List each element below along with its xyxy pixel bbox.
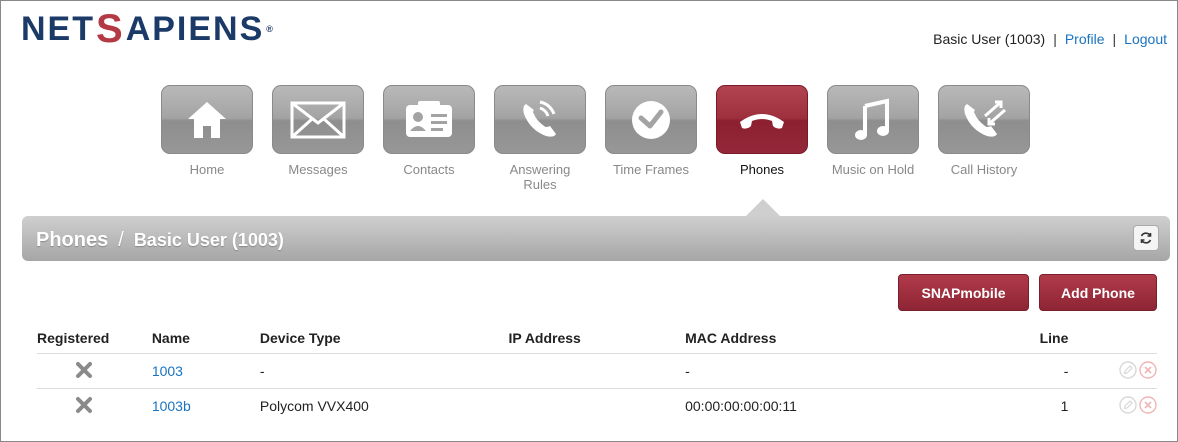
nav-call-history-label: Call History <box>950 162 1018 177</box>
logout-link[interactable]: Logout <box>1124 31 1167 47</box>
col-name[interactable]: Name <box>152 323 260 354</box>
logo-text-pre: NET <box>21 9 95 48</box>
col-actions <box>1068 323 1157 354</box>
edit-icon[interactable] <box>1119 395 1137 414</box>
col-device-type[interactable]: Device Type <box>260 323 509 354</box>
nav-contacts-tile[interactable] <box>383 85 475 154</box>
profile-link[interactable]: Profile <box>1065 31 1105 47</box>
edit-icon[interactable] <box>1119 360 1137 379</box>
breadcrumb-separator: / <box>118 229 124 251</box>
envelope-icon <box>290 101 346 138</box>
refresh-icon <box>1140 232 1152 244</box>
ip-address-cell <box>508 353 686 389</box>
col-ip-address[interactable]: IP Address <box>508 323 685 354</box>
ip-address-cell <box>508 388 686 423</box>
nav-phones-tile[interactable] <box>716 85 808 154</box>
add-phone-button[interactable]: Add Phone <box>1039 274 1157 311</box>
nav-home-tile[interactable] <box>161 85 253 154</box>
line-cell: - <box>921 353 1069 389</box>
logo-text-s: S <box>96 6 125 51</box>
breadcrumb-title: Phones <box>36 229 109 251</box>
nav-home-label: Home <box>189 162 225 177</box>
col-line[interactable]: Line <box>922 323 1069 354</box>
breadcrumb: Phones / Basic User (1003) <box>36 229 284 252</box>
nav-home[interactable]: Home <box>161 85 253 192</box>
home-icon <box>188 101 226 138</box>
phone-name-link[interactable]: 1003 <box>152 363 183 379</box>
line-cell: 1 <box>921 388 1069 423</box>
user-nav-separator: | <box>1053 31 1057 47</box>
nav-answering-rules[interactable]: Answering Rules <box>494 85 586 192</box>
device-type-cell: - <box>259 353 509 389</box>
music-note-icon <box>855 97 889 140</box>
phone-name-link[interactable]: 1003b <box>152 398 191 414</box>
actions-cell <box>1068 388 1157 423</box>
logo-text-post: APIENS <box>125 9 265 48</box>
table-header-row: Registered Name Device Type IP Address M… <box>37 323 1157 354</box>
registered-cell <box>37 388 152 423</box>
handset-icon <box>740 113 784 129</box>
logo-registered-mark: ® <box>266 24 273 34</box>
not-registered-icon <box>76 361 93 378</box>
nav-messages-label: Messages <box>288 162 348 177</box>
snapmobile-button[interactable]: SNAPmobile <box>898 274 1029 311</box>
nav-time-frames-label: Time Frames <box>612 162 690 177</box>
nav-answering-rules-label: Answering Rules <box>509 162 571 192</box>
nav-call-history-tile[interactable] <box>938 85 1030 154</box>
nav-messages-tile[interactable] <box>272 85 364 154</box>
contact-card-icon <box>406 100 452 137</box>
nav-music-on-hold-label: Music on Hold <box>831 162 915 177</box>
col-registered[interactable]: Registered <box>37 323 152 354</box>
app-frame: NET S APIENS ® Basic User (1003) | Profile | Lo… <box>0 0 1178 442</box>
active-tab-pointer <box>745 199 781 217</box>
call-history-icon <box>964 100 1006 137</box>
device-type-cell: Polycom VVX400 <box>259 388 509 423</box>
nav-time-frames-tile[interactable] <box>605 85 697 154</box>
name-cell: 1003 <box>151 353 260 389</box>
table-row: 1003b Polycom VVX400 00:00:00:00:00:11 1 <box>37 388 1157 423</box>
answering-phone-icon <box>523 100 556 137</box>
delete-icon[interactable] <box>1139 395 1157 414</box>
not-registered-icon <box>76 396 93 413</box>
current-user: Basic User (1003) <box>933 31 1046 47</box>
nav-answering-rules-tile[interactable] <box>494 85 586 154</box>
refresh-button[interactable] <box>1133 225 1159 251</box>
mac-address-cell: 00:00:00:00:00:11 <box>685 388 922 423</box>
actions-cell <box>1068 353 1157 389</box>
mac-address-cell: - <box>685 353 922 389</box>
user-nav-separator: | <box>1112 31 1117 47</box>
nav-contacts-label: Contacts <box>403 162 455 177</box>
nav-phones-label: Phones <box>739 162 785 177</box>
clock-icon <box>632 100 670 139</box>
nav-music-on-hold[interactable]: Music on Hold <box>827 85 919 192</box>
page-title-bar: Phones / Basic User (1003) <box>22 216 1170 261</box>
nav-messages[interactable]: Messages <box>272 85 364 192</box>
nav-contacts[interactable]: Contacts <box>383 85 475 192</box>
registered-cell <box>37 353 152 389</box>
delete-icon[interactable] <box>1139 360 1157 379</box>
nav-call-history[interactable]: Call History <box>938 85 1030 192</box>
phones-table: Registered Name Device Type IP Address M… <box>37 323 1157 423</box>
name-cell: 1003b <box>151 388 260 423</box>
col-mac-address[interactable]: MAC Address <box>685 323 922 354</box>
user-nav: Basic User (1003) | Profile | Logout <box>933 31 1167 47</box>
netsapiens-logo[interactable]: NET S APIENS ® <box>21 7 273 51</box>
nav-phones[interactable]: Phones <box>716 85 808 192</box>
nav-time-frames[interactable]: Time Frames <box>605 85 697 192</box>
table-row: 1003 - - - <box>37 353 1157 389</box>
main-nav: Home Messages Contacts Answering Rules T… <box>161 85 1030 192</box>
nav-music-on-hold-tile[interactable] <box>827 85 919 154</box>
breadcrumb-subtitle: Basic User (1003) <box>133 230 284 250</box>
